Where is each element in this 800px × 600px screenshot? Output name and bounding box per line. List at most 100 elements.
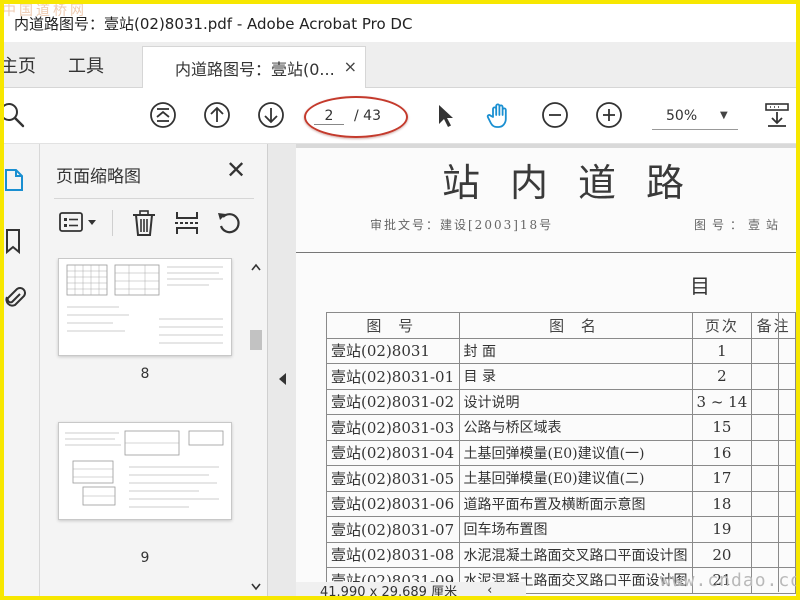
thumbnail-list: 8 9 [40,258,246,596]
scroll-down-icon[interactable] [250,582,262,592]
left-rail [4,144,40,596]
thumbnail-scrollbar[interactable] [246,258,266,596]
thumbnail-page-8[interactable] [58,258,232,356]
table-row: 壹站(02)8031-03 公路与桥区域表 15 [326,414,796,441]
table-cell-no: 壹站(02)8031-07 [326,516,460,543]
table-cell-name: 封 面 [458,337,693,364]
title-bar: 内道路图号：壹站(02)8031.pdf - Adobe Acrobat Pro… [4,4,796,42]
drawing-number-label: 图号：壹站 [694,218,785,232]
column-header: 图 号 [326,312,460,339]
thumbnail-label: 9 [140,550,150,566]
options-menu-icon[interactable] [58,210,102,236]
table-cell-no: 壹站(02)8031-08 [326,541,460,568]
panel-collapse-strip[interactable] [268,144,296,596]
table-cell-page: 1 [691,337,753,364]
thumbnail-preview [66,264,223,344]
next-page-icon[interactable] [256,100,286,130]
header-rule [296,252,796,253]
scrollbar-thumb[interactable] [250,330,262,350]
panel-divider [54,198,254,199]
toolbar-separator [112,210,113,236]
toc-heading: 目 [690,274,710,298]
thumbnail-panel: 页面缩略图 ✕ 8 9 [40,144,268,596]
table-cell-no: 壹站(02)8031-05 [326,465,460,492]
thumbnail-page-9[interactable] [58,422,232,520]
hand-tool-icon[interactable] [484,100,514,130]
table-cell-page: 17 [691,465,753,492]
table-cell-page: 19 [691,516,753,543]
collapse-arrow-icon[interactable] [278,372,288,386]
table-row: 壹站(02)8031-05 土基回弹模量(E0)建议值(二) 17 [326,465,796,492]
tab-home[interactable]: 主页 [4,42,36,88]
first-page-icon[interactable] [148,100,178,130]
table-cell-name: 目 录 [458,363,693,390]
trash-icon[interactable] [130,208,158,238]
page-number-field[interactable]: 2 / 43 [314,102,400,130]
tab-close-button[interactable]: × [344,57,357,76]
table-cell-page: 15 [691,414,753,441]
tab-document[interactable]: 内道路图号：壹站(0... × [142,46,366,89]
current-page-input[interactable]: 2 [314,108,344,125]
page-thumbnails-icon[interactable] [4,166,24,194]
thumbnail-label: 8 [140,366,150,382]
select-cursor-icon[interactable] [430,100,460,130]
tab-document-label: 内道路图号：壹站(0... [175,60,335,79]
table-row: 壹站(02)8031-04 土基回弹模量(E0)建议值(一) 16 [326,439,796,466]
tab-tools[interactable]: 工具 [68,42,104,88]
table-cell-page: 18 [691,490,753,517]
panel-close-button[interactable]: ✕ [226,156,246,184]
table-cell-no: 壹站(02)8031-01 [326,363,460,390]
table-cell-no: 壹站(02)8031-04 [326,439,460,466]
table-cell-name: 回车场布置图 [458,516,693,543]
page-size-status: 41.990 x 29.689 厘米 ‹ [296,582,526,596]
scroll-up-icon[interactable] [250,262,262,272]
bookmark-icon[interactable] [4,226,24,256]
table-cell-no: 壹站(02)8031-02 [326,388,460,415]
table-cell-name: 水泥混凝土路面交叉路口平面设计图 [458,541,693,568]
thumbnail-preview [65,430,224,508]
panel-title: 页面缩略图 [56,167,141,187]
table-cell-name: 公路与桥区域表 [458,414,693,441]
tab-tools-label: 工具 [68,56,104,77]
table-cell-name: 设计说明 [458,388,693,415]
zoom-out-icon[interactable] [540,100,570,130]
table-cell-name: 土基回弹模量(E0)建议值(二) [458,465,693,492]
zoom-in-icon[interactable] [594,100,624,130]
toc-body: 壹站(02)8031 封 面 1 壹站(02)8031-01 目 录 2 壹站(02)803… [326,337,796,594]
tab-home-label: 主页 [4,56,36,77]
panel-toolbar [54,206,264,240]
extract-page-icon[interactable] [172,208,202,238]
pdf-page: 站内道路 审批文号：建设[2003]18号 图号：壹站 目 图 号 图 名 页次… [296,148,796,596]
adjacent-table-edge [778,312,796,592]
chevron-left-icon[interactable]: ‹ [487,583,492,597]
attachment-icon[interactable] [4,284,26,314]
zoom-value: 50% [666,107,698,124]
table-cell-name: 道路平面布置及横断面示意图 [458,490,693,517]
document-view[interactable]: 站内道路 审批文号：建设[2003]18号 图号：壹站 目 图 号 图 名 页次… [296,144,796,596]
zoom-select[interactable]: 50% ▼ [652,102,738,130]
table-cell-page: 20 [691,541,753,568]
table-cell-no: 壹站(02)8031 [326,337,460,364]
site-watermark: www.cndao.com [660,570,796,591]
corner-watermark: 中国道桥网 [4,4,87,19]
acrobat-window: 内道路图号：壹站(02)8031.pdf - Adobe Acrobat Pro… [4,4,796,596]
rotate-icon[interactable] [214,208,244,238]
toc-table: 图 号 图 名 页次 备注 壹站(02)8031 封 面 1 壹站(02)8031-0… [326,312,796,594]
page-size-label: 41.990 x 29.689 厘米 [320,584,458,597]
approval-number: 审批文号：建设[2003]18号 [370,218,554,232]
table-row: 壹站(02)8031-06 道路平面布置及横断面示意图 18 [326,490,796,517]
tab-bar: 主页 工具 内道路图号：壹站(0... × [4,42,796,89]
table-cell-no: 壹站(02)8031-06 [326,490,460,517]
column-header: 图 名 [458,312,693,339]
chevron-down-icon[interactable]: ▼ [720,110,728,121]
table-cell-page: 3 ~ 14 [691,388,753,415]
table-row: 壹站(02)8031 封 面1 [326,337,796,364]
scroll-mode-icon[interactable] [762,100,792,130]
search-icon[interactable] [4,100,28,130]
column-header: 页次 [691,312,753,339]
table-row: 壹站(02)8031-08 水泥混凝土路面交叉路口平面设计图 20 [326,541,796,568]
previous-page-icon[interactable] [202,100,232,130]
total-pages-label: / 43 [354,108,381,124]
table-cell-page: 2 [691,363,753,390]
table-row: 壹站(02)8031-07 回车场布置图 19 [326,516,796,543]
